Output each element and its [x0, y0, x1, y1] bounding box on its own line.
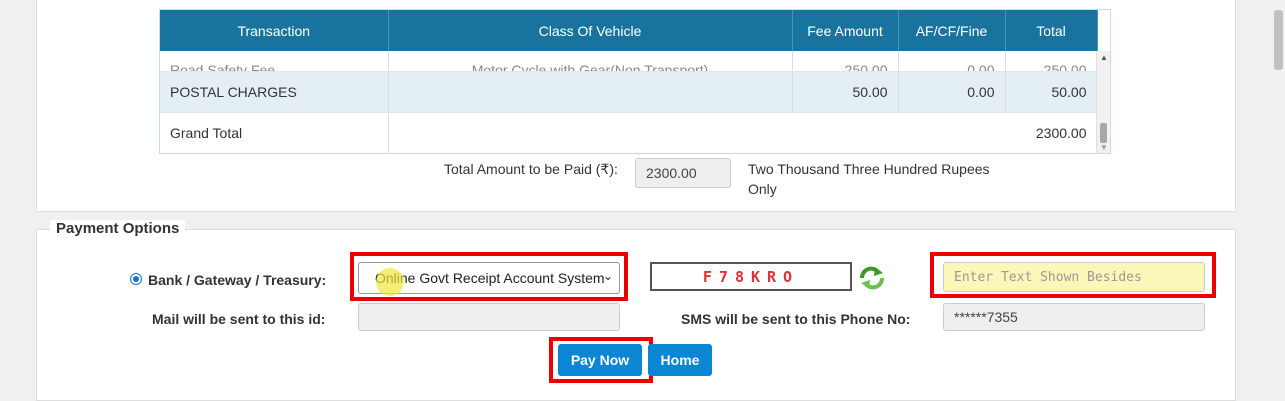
phone-field[interactable]: ******7355 [943, 303, 1205, 331]
cell-fine: 0.00 [967, 62, 995, 72]
sms-label: SMS will be sent to this Phone No: [681, 311, 911, 327]
email-field[interactable] [358, 303, 620, 331]
scroll-up-icon[interactable]: ▲ [1100, 53, 1108, 62]
header-fee-amount: Fee Amount [792, 10, 899, 51]
grand-total-label: Grand Total [160, 112, 389, 153]
header-transaction: Transaction [160, 10, 389, 51]
payment-options-legend: Payment Options [50, 220, 186, 237]
cell-transaction: POSTAL CHARGES [160, 71, 389, 113]
header-class-of-vehicle: Class Of Vehicle [388, 10, 793, 51]
cursor-highlight [376, 268, 404, 296]
grand-total-value: 2300.00 [388, 112, 1098, 153]
page-scrollbar-thumb[interactable] [1274, 10, 1283, 70]
cell-total: 50.00 [1005, 71, 1098, 113]
cell-class: Motor Cycle with Gear(Non Transport) [471, 62, 709, 72]
table-scrollbar[interactable]: ▲ ▼ [1096, 51, 1110, 153]
header-af-cf-fine: AF/CF/Fine [898, 10, 1006, 51]
captcha-image: F78KRO [650, 262, 852, 291]
header-total: Total [1005, 10, 1098, 51]
mail-label: Mail will be sent to this id: [152, 311, 326, 327]
chevron-down-icon: ⌄ [602, 269, 613, 283]
refresh-captcha-icon[interactable] [858, 266, 886, 295]
amount-in-words: Two Thousand Three Hundred Rupees Only [748, 161, 990, 197]
total-amount-field: 2300.00 [635, 158, 731, 188]
table-row: Road Safety Fee Motor Cycle with Gear(No… [160, 51, 1098, 72]
cell-fee: 50.00 [792, 71, 899, 113]
total-amount-label: Total Amount to be Paid (₹): [444, 161, 618, 177]
bank-gateway-radio[interactable] [130, 273, 142, 285]
cell-transaction: Road Safety Fee [170, 62, 276, 72]
pay-now-button[interactable]: Pay Now [558, 344, 642, 376]
gateway-select-value: Online Govt Receipt Account System [375, 270, 605, 286]
cell-fine: 0.00 [898, 71, 1006, 113]
bank-gateway-label: Bank / Gateway / Treasury: [148, 272, 327, 288]
cell-fee: 250.00 [844, 62, 888, 72]
table-header-row: Transaction Class Of Vehicle Fee Amount … [160, 10, 1098, 51]
page-scrollbar[interactable] [1272, 0, 1285, 393]
captcha-input[interactable]: Enter Text Shown Besides [943, 262, 1205, 292]
scrollbar-thumb[interactable] [1100, 123, 1107, 143]
cell-class [388, 71, 793, 113]
table-row: POSTAL CHARGES 50.00 0.00 50.00 [160, 71, 1098, 113]
fee-table: Transaction Class Of Vehicle Fee Amount … [159, 9, 1111, 154]
cell-total: 250.00 [1043, 62, 1087, 72]
scroll-down-icon[interactable]: ▼ [1100, 143, 1108, 152]
grand-total-row: Grand Total 2300.00 [160, 112, 1098, 153]
home-button[interactable]: Home [648, 344, 712, 376]
